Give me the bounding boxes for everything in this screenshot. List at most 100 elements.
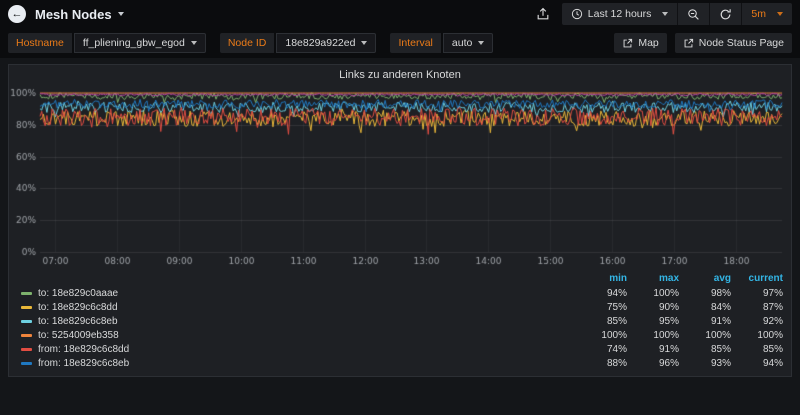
series-color-swatch (21, 334, 32, 337)
legend: min max avg current to: 18e829c0aaae 94%… (9, 270, 791, 377)
template-variables: Hostname ff_pliening_gbw_egod Node ID 18… (8, 33, 493, 53)
node-status-page-link-button[interactable]: Node Status Page (675, 33, 792, 53)
series-current: 100% (731, 330, 783, 341)
dashboard-links: Map Node Status Page (614, 33, 792, 53)
external-link-icon (683, 38, 694, 49)
variable-interval: Interval auto (390, 33, 493, 53)
series-avg: 91% (679, 316, 731, 327)
series-label[interactable]: to: 18e829c0aaae (38, 288, 118, 299)
series-min: 88% (575, 358, 627, 369)
map-link-button[interactable]: Map (614, 33, 666, 53)
legend-row: to: 18e829c6c8dd 75% 90% 84% 87% (21, 300, 783, 314)
series-label[interactable]: to: 18e829c6c8eb (38, 316, 118, 327)
submenu: Hostname ff_pliening_gbw_egod Node ID 18… (0, 28, 800, 58)
chevron-down-icon (191, 41, 197, 45)
chevron-down-icon (777, 12, 783, 16)
legend-header: min max avg current (21, 270, 783, 286)
variable-hostname: Hostname ff_pliening_gbw_egod (8, 33, 206, 53)
map-link-label: Map (638, 37, 658, 49)
series-color-swatch (21, 292, 32, 295)
navbar-right: Last 12 hours 5m (534, 3, 792, 25)
chevron-down-icon (118, 12, 124, 16)
legend-row: from: 18e829c6c8eb 88% 96% 93% 94% (21, 356, 783, 370)
series-avg: 100% (679, 330, 731, 341)
variable-nodeid-dropdown[interactable]: 18e829a922ed (276, 33, 376, 53)
series-color-swatch (21, 320, 32, 323)
time-picker-group: Last 12 hours 5m (562, 3, 792, 25)
navbar: ← Mesh Nodes (0, 0, 800, 28)
variable-hostname-value: ff_pliening_gbw_egod (83, 37, 185, 49)
legend-row: from: 18e829c6c8dd 74% 91% 85% 85% (21, 342, 783, 356)
dashboard-title-dropdown[interactable]: Mesh Nodes (35, 7, 124, 22)
share-icon (536, 7, 550, 21)
legend-row: to: 18e829c0aaae 94% 100% 98% 97% (21, 286, 783, 300)
refresh-icon (719, 8, 732, 21)
chevron-down-icon (662, 12, 668, 16)
series-min: 85% (575, 316, 627, 327)
refresh-interval-label: 5m (751, 8, 766, 20)
series-color-swatch (21, 348, 32, 351)
time-range-button[interactable]: Last 12 hours (562, 3, 678, 25)
series-current: 97% (731, 288, 783, 299)
arrow-left-icon: ← (12, 9, 23, 20)
series-label[interactable]: from: 18e829c6c8eb (38, 358, 129, 369)
grafana-app: ← Mesh Nodes (0, 0, 800, 383)
timeseries-chart[interactable] (10, 85, 790, 270)
series-max: 96% (627, 358, 679, 369)
series-max: 90% (627, 302, 679, 313)
zoom-out-button[interactable] (677, 3, 709, 25)
legend-row: to: 18e829c6c8eb 85% 95% 91% 92% (21, 314, 783, 328)
series-label[interactable]: to: 5254009eb358 (38, 330, 119, 341)
legend-row-partial (21, 370, 783, 377)
series-avg: 93% (679, 358, 731, 369)
series-avg: 84% (679, 302, 731, 313)
series-min: 74% (575, 344, 627, 355)
zoom-out-icon (687, 8, 700, 21)
series-min: 94% (575, 288, 627, 299)
navbar-left: ← Mesh Nodes (8, 5, 124, 23)
series-color-swatch (21, 362, 32, 365)
chevron-down-icon (361, 41, 367, 45)
time-range-label: Last 12 hours (588, 8, 652, 20)
legend-col-max[interactable]: max (627, 273, 679, 284)
legend-col-avg[interactable]: avg (679, 273, 731, 284)
refresh-interval-dropdown[interactable]: 5m (741, 3, 792, 25)
series-color-swatch (21, 306, 32, 309)
chevron-down-icon (478, 41, 484, 45)
series-current: 92% (731, 316, 783, 327)
series-min: 75% (575, 302, 627, 313)
series-max: 91% (627, 344, 679, 355)
clock-icon (571, 8, 583, 20)
variable-interval-value: auto (452, 37, 472, 49)
series-label[interactable]: from: 18e829c6c8dd (38, 344, 129, 355)
variable-hostname-label: Hostname (8, 33, 72, 53)
variable-nodeid: Node ID 18e829a922ed (220, 33, 377, 53)
dashboard-title: Mesh Nodes (35, 7, 112, 22)
series-min: 100% (575, 330, 627, 341)
legend-col-current[interactable]: current (731, 273, 783, 284)
series-max: 95% (627, 316, 679, 327)
legend-row: to: 5254009eb358 100% 100% 100% 100% (21, 328, 783, 342)
series-max: 100% (627, 288, 679, 299)
variable-nodeid-value: 18e829a922ed (285, 37, 355, 49)
series-avg: 85% (679, 344, 731, 355)
legend-col-min[interactable]: min (575, 273, 627, 284)
node-status-page-link-label: Node Status Page (699, 37, 784, 49)
dashboard-area: Links zu anderen Knoten min max avg curr… (0, 58, 800, 383)
variable-interval-dropdown[interactable]: auto (443, 33, 493, 53)
series-current: 94% (731, 358, 783, 369)
variable-interval-label: Interval (390, 33, 440, 53)
variable-nodeid-label: Node ID (220, 33, 275, 53)
refresh-button[interactable] (709, 3, 741, 25)
series-label[interactable]: to: 18e829c6c8dd (38, 302, 118, 313)
external-link-icon (622, 38, 633, 49)
series-current: 87% (731, 302, 783, 313)
share-button[interactable] (534, 5, 552, 23)
variable-hostname-dropdown[interactable]: ff_pliening_gbw_egod (74, 33, 206, 53)
series-current: 85% (731, 344, 783, 355)
series-color-swatch (21, 376, 32, 378)
back-button[interactable]: ← (8, 5, 26, 23)
series-avg: 98% (679, 288, 731, 299)
panel-title[interactable]: Links zu anderen Knoten (9, 65, 791, 85)
graph-panel: Links zu anderen Knoten min max avg curr… (8, 64, 792, 377)
